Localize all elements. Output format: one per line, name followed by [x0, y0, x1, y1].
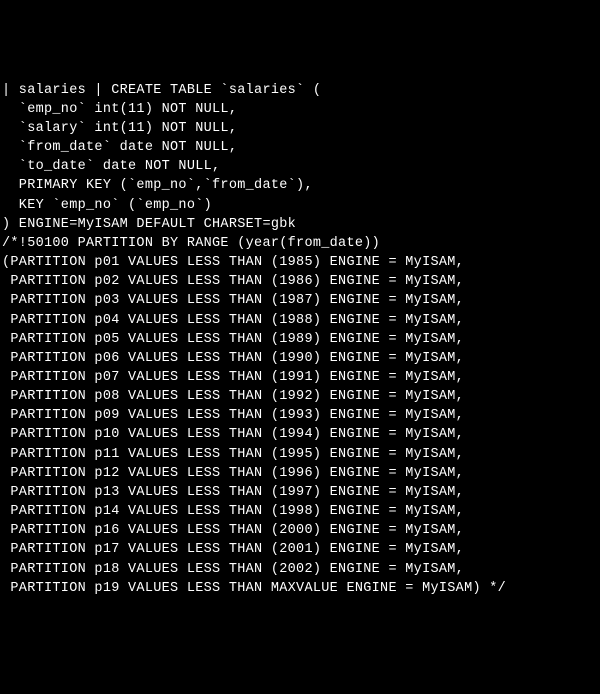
terminal-line: PARTITION p16 VALUES LESS THAN (2000) EN…: [2, 521, 598, 540]
terminal-line: PARTITION p03 VALUES LESS THAN (1987) EN…: [2, 291, 598, 310]
terminal-output: | salaries | CREATE TABLE `salaries` ( `…: [2, 81, 598, 598]
terminal-line: `salary` int(11) NOT NULL,: [2, 119, 598, 138]
terminal-line: | salaries | CREATE TABLE `salaries` (: [2, 81, 598, 100]
terminal-line: PARTITION p12 VALUES LESS THAN (1996) EN…: [2, 464, 598, 483]
terminal-line: PARTITION p09 VALUES LESS THAN (1993) EN…: [2, 406, 598, 425]
terminal-line: /*!50100 PARTITION BY RANGE (year(from_d…: [2, 234, 598, 253]
terminal-line: (PARTITION p01 VALUES LESS THAN (1985) E…: [2, 253, 598, 272]
terminal-line: PARTITION p17 VALUES LESS THAN (2001) EN…: [2, 540, 598, 559]
terminal-line: PARTITION p04 VALUES LESS THAN (1988) EN…: [2, 311, 598, 330]
terminal-line: PARTITION p08 VALUES LESS THAN (1992) EN…: [2, 387, 598, 406]
terminal-line: PARTITION p06 VALUES LESS THAN (1990) EN…: [2, 349, 598, 368]
terminal-line: PARTITION p19 VALUES LESS THAN MAXVALUE …: [2, 579, 598, 598]
terminal-line: `to_date` date NOT NULL,: [2, 157, 598, 176]
terminal-line: PARTITION p11 VALUES LESS THAN (1995) EN…: [2, 445, 598, 464]
terminal-line: ) ENGINE=MyISAM DEFAULT CHARSET=gbk: [2, 215, 598, 234]
terminal-line: PARTITION p18 VALUES LESS THAN (2002) EN…: [2, 560, 598, 579]
terminal-line: `emp_no` int(11) NOT NULL,: [2, 100, 598, 119]
terminal-line: PARTITION p10 VALUES LESS THAN (1994) EN…: [2, 425, 598, 444]
terminal-line: PARTITION p07 VALUES LESS THAN (1991) EN…: [2, 368, 598, 387]
terminal-line: KEY `emp_no` (`emp_no`): [2, 196, 598, 215]
terminal-line: PARTITION p05 VALUES LESS THAN (1989) EN…: [2, 330, 598, 349]
terminal-line: PARTITION p02 VALUES LESS THAN (1986) EN…: [2, 272, 598, 291]
terminal-line: PARTITION p14 VALUES LESS THAN (1998) EN…: [2, 502, 598, 521]
terminal-line: `from_date` date NOT NULL,: [2, 138, 598, 157]
terminal-line: PARTITION p13 VALUES LESS THAN (1997) EN…: [2, 483, 598, 502]
terminal-line: PRIMARY KEY (`emp_no`,`from_date`),: [2, 176, 598, 195]
